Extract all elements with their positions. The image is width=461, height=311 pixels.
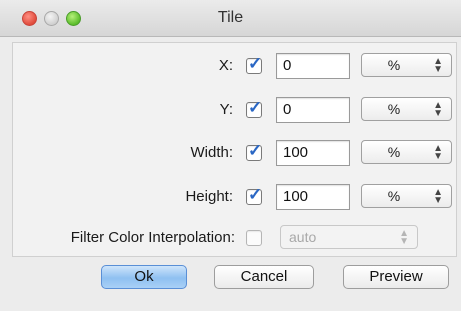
height-input[interactable]: 100 [276, 184, 350, 210]
filter-color-interpolation-label: Filter Color Interpolation: [70, 229, 235, 246]
x-input[interactable]: 0 [276, 53, 350, 79]
y-unit-select[interactable]: % ▲ ▼ [361, 97, 452, 121]
y-checkbox[interactable]: ✓ [246, 98, 262, 118]
width-unit-select[interactable]: % ▲ ▼ [361, 140, 452, 164]
checkmark-icon: ✓ [248, 54, 263, 73]
filter-color-interpolation-value: auto [289, 229, 317, 245]
checkmark-icon: ✓ [248, 185, 263, 204]
width-unit-value: % [387, 144, 401, 160]
x-label: X: [218, 57, 233, 74]
arrow-down-icon: ▼ [433, 108, 443, 119]
width-checkbox[interactable]: ✓ [246, 141, 262, 161]
checkmark-icon: ✓ [248, 98, 263, 117]
title-bar[interactable]: Tile [0, 0, 461, 37]
arrow-down-icon: ▼ [433, 195, 443, 206]
cancel-button[interactable]: Cancel [214, 265, 314, 289]
height-checkbox[interactable]: ✓ [246, 185, 262, 205]
y-label: Y: [219, 101, 233, 118]
height-unit-value: % [387, 188, 401, 204]
preview-button[interactable]: Preview [343, 265, 449, 289]
height-label: Height: [185, 188, 233, 205]
filter-color-interpolation-select[interactable]: auto ▲ ▼ [280, 225, 418, 249]
ok-button[interactable]: Ok [101, 265, 187, 289]
window-title: Tile [217, 9, 244, 26]
arrow-down-icon: ▼ [433, 64, 443, 75]
height-unit-select[interactable]: % ▲ ▼ [361, 184, 452, 208]
width-label: Width: [190, 144, 233, 161]
y-unit-value: % [387, 101, 401, 117]
checkmark-icon: ✓ [248, 141, 263, 160]
x-unit-value: % [387, 57, 401, 73]
arrow-down-icon: ▼ [433, 151, 443, 162]
arrow-down-icon: ▼ [399, 236, 409, 247]
x-unit-select[interactable]: % ▲ ▼ [361, 53, 452, 77]
filter-color-interpolation-checkbox[interactable] [246, 230, 262, 246]
x-checkbox[interactable]: ✓ [246, 54, 262, 74]
y-input[interactable]: 0 [276, 97, 350, 123]
width-input[interactable]: 100 [276, 140, 350, 166]
